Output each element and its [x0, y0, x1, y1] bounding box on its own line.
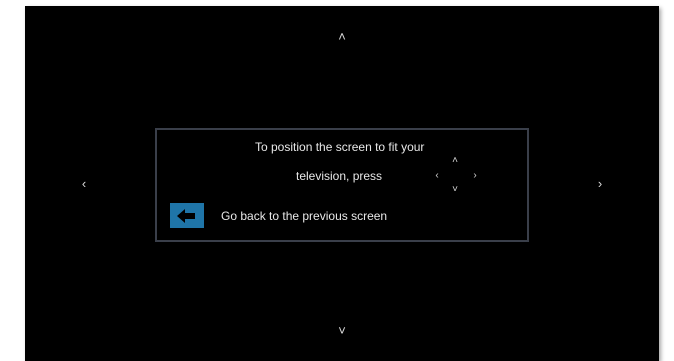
tv-screen: ˄ ˅ ‹ › To position the screen to fit yo… [25, 6, 659, 361]
chevron-left-icon: ‹ [81, 176, 87, 191]
chevron-right-icon: › [597, 176, 603, 191]
dpad-down-icon: ˅ [452, 184, 458, 195]
instruction-line-2: television, press [296, 169, 383, 183]
dpad-icon: ˄ ˅ ‹ › [431, 155, 479, 195]
dpad-up-icon: ˄ [452, 155, 458, 166]
instruction-line-1: To position the screen to fit your [255, 140, 425, 154]
back-arrow-icon [177, 208, 195, 223]
dpad-right-icon: › [473, 170, 477, 181]
chevron-down-icon: ˅ [338, 323, 346, 338]
chevron-up-icon: ˄ [338, 29, 346, 44]
screen-position-dialog: To position the screen to fit your telev… [155, 128, 529, 242]
back-label: Go back to the previous screen [221, 209, 388, 223]
back-button[interactable] [170, 203, 204, 228]
dpad-left-icon: ‹ [435, 170, 439, 181]
